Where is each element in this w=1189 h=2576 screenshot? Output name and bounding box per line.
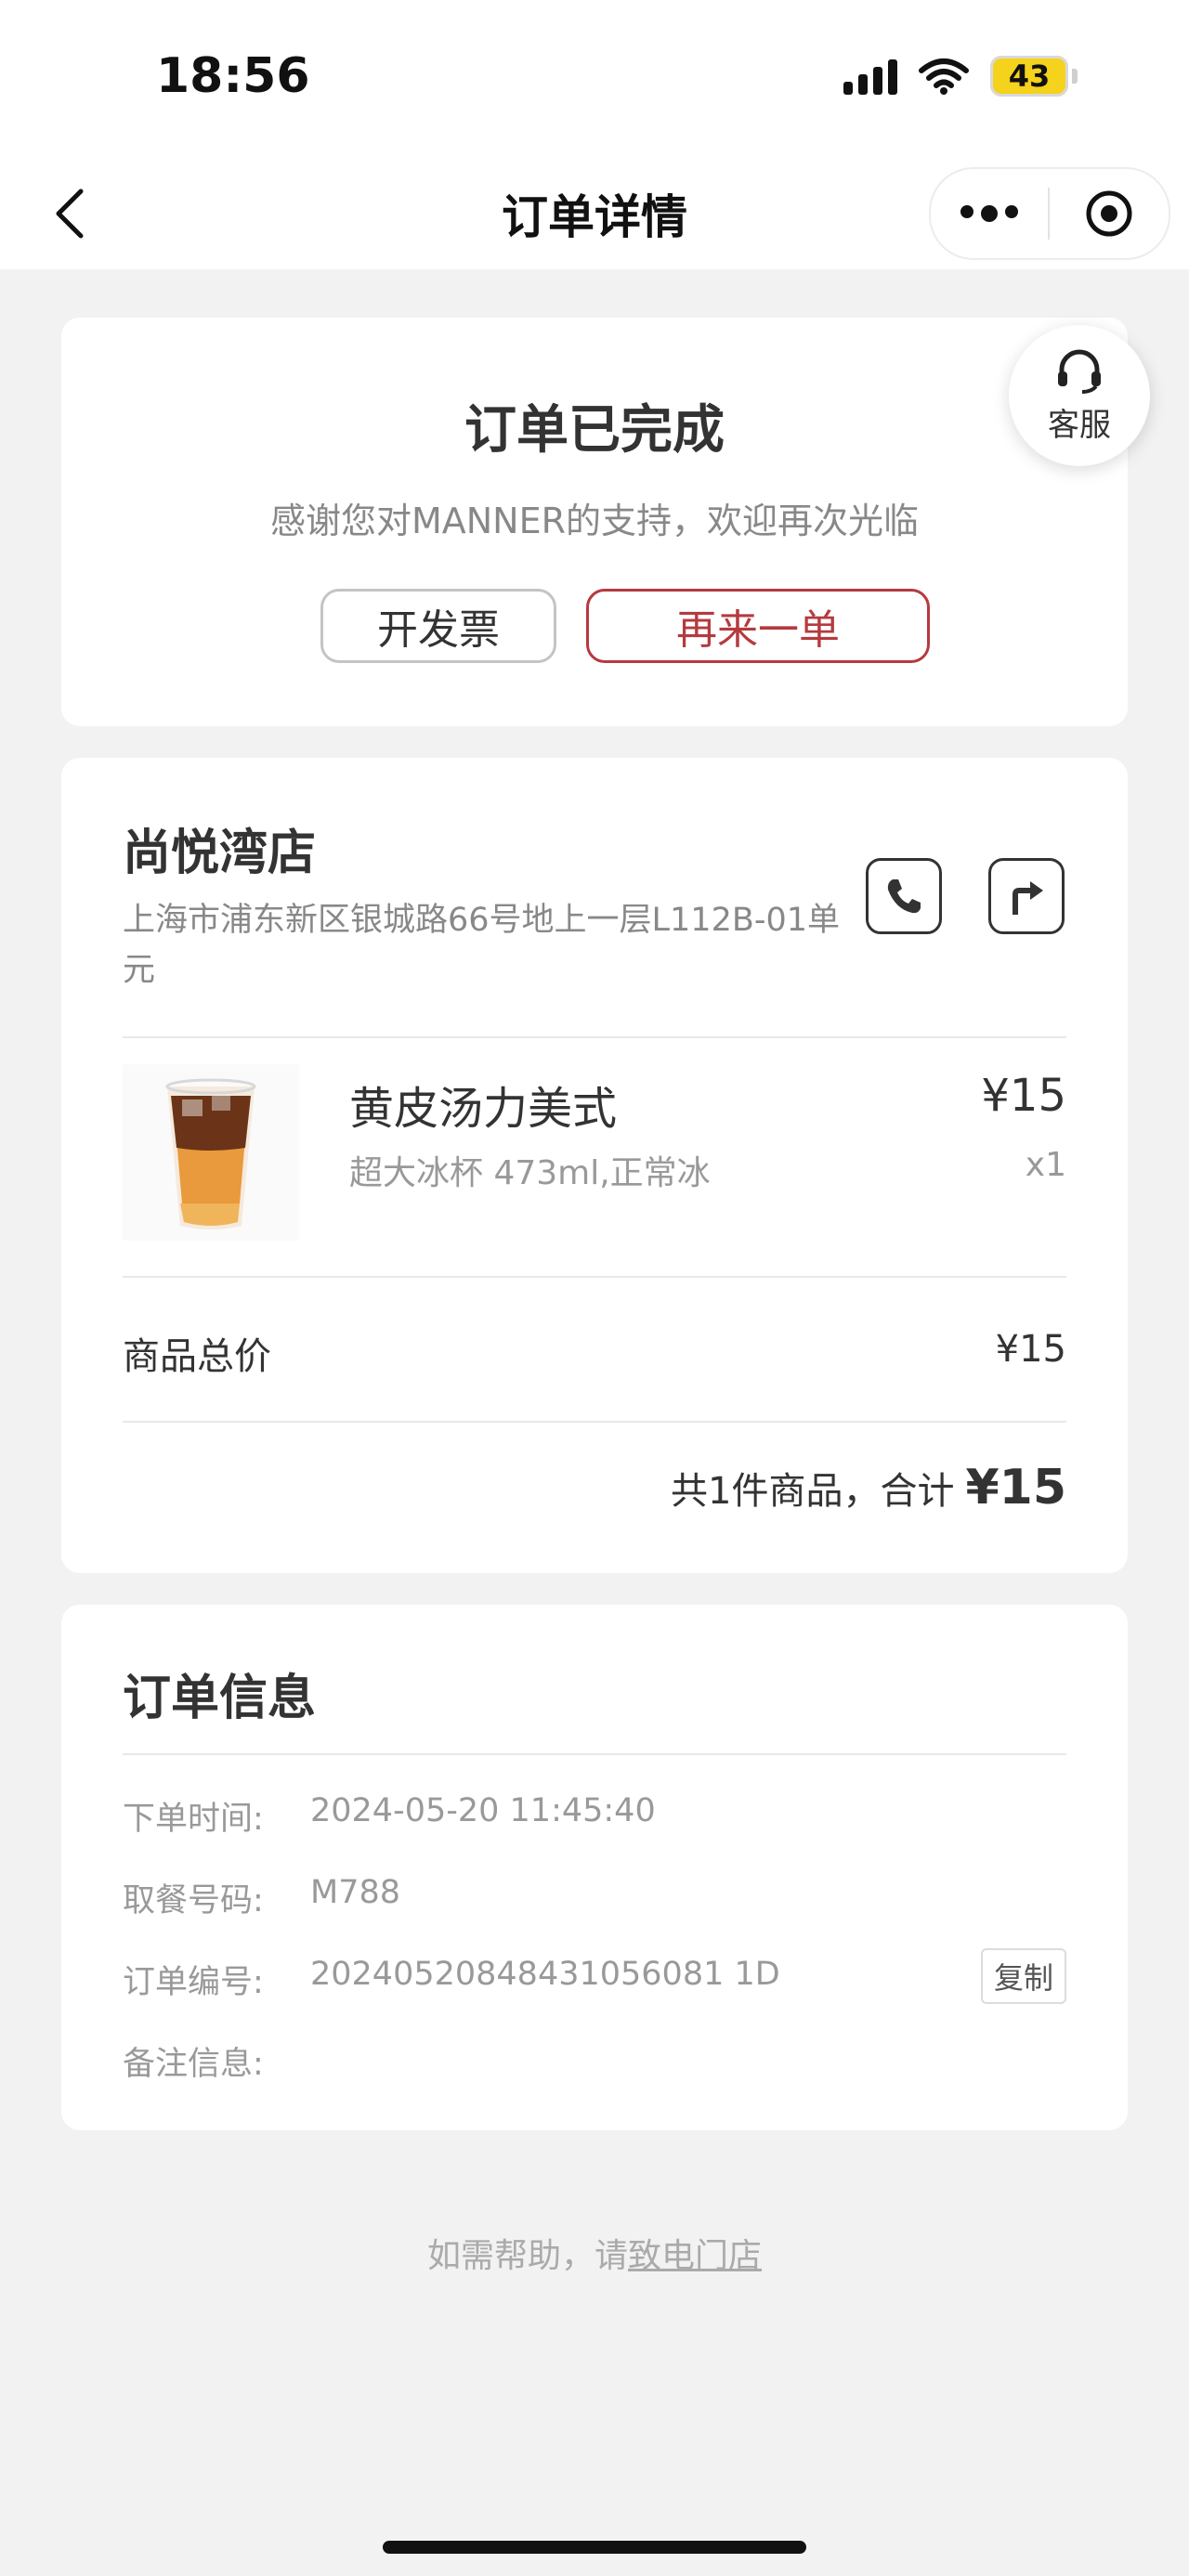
product-image — [123, 1064, 299, 1241]
status-bar: 18:56 43 — [0, 0, 1189, 158]
product-price: ¥15 — [981, 1070, 1066, 1122]
cellular-signal-icon — [843, 58, 897, 95]
total-text: 共1件商品，合计 — [671, 1470, 955, 1513]
customer-service-button[interactable]: 客服 — [1009, 325, 1150, 466]
invoice-button[interactable]: 开发票 — [320, 589, 556, 663]
target-icon — [1086, 190, 1132, 237]
subtotal-value: ¥15 — [995, 1328, 1066, 1371]
order-time-value: 2024-05-20 11:45:40 — [310, 1792, 656, 1829]
product-name: 黄皮汤力美式 — [349, 1083, 618, 1135]
status-icons: 43 — [843, 56, 1078, 97]
product-quantity: x1 — [1025, 1146, 1066, 1184]
store-address: 上海市浦东新区银城路66号地上一层L112B-01单元 — [123, 902, 841, 989]
home-indicator — [383, 2541, 806, 2554]
divider — [123, 1421, 1066, 1423]
pickup-number-value: M788 — [310, 1874, 401, 1911]
phone-icon — [887, 879, 921, 914]
product-spec: 超大冰杯 473ml,正常冰 — [349, 1154, 711, 1192]
call-store-button[interactable] — [866, 858, 942, 934]
battery-icon: 43 — [990, 56, 1078, 97]
nav-bar: 订单详情 — [0, 158, 1189, 269]
store-name: 尚悦湾店 — [123, 826, 317, 881]
divider — [123, 1036, 1066, 1038]
remarks-label: 备注信息: — [123, 2046, 264, 2083]
order-time-row: 下单时间: 2024-05-20 11:45:40 — [123, 1792, 656, 1840]
order-number-label: 订单编号: — [123, 1964, 264, 2001]
help-footer: 如需帮助，请致电门店 — [0, 2229, 1189, 2277]
directions-icon — [1013, 881, 1043, 915]
order-info-card: 订单信息 下单时间: 2024-05-20 11:45:40 取餐号码: M78… — [61, 1605, 1128, 2130]
order-time-label: 下单时间: — [123, 1801, 264, 1838]
more-icon[interactable] — [931, 205, 1048, 222]
navigate-button[interactable] — [988, 858, 1065, 934]
headset-icon — [1058, 349, 1101, 394]
customer-service-label: 客服 — [1048, 406, 1111, 444]
divider — [123, 1753, 1066, 1755]
pickup-number-label: 取餐号码: — [123, 1882, 264, 1919]
reorder-button[interactable]: 再来一单 — [586, 589, 930, 663]
battery-level: 43 — [990, 56, 1068, 97]
help-prefix: 如需帮助，请 — [426, 2237, 628, 2275]
order-info-title: 订单信息 — [123, 1671, 317, 1726]
remarks-row: 备注信息: — [123, 2037, 310, 2085]
copy-button[interactable]: 复制 — [981, 1948, 1066, 2004]
order-status-card: 订单已完成 感谢您对MANNER的支持，欢迎再次光临 开发票 再来一单 — [61, 318, 1128, 726]
order-number-row: 订单编号: 20240520848431056081 1D — [123, 1956, 780, 2003]
subtotal-label: 商品总价 — [123, 1335, 271, 1378]
call-store-link[interactable]: 致电门店 — [628, 2237, 762, 2275]
order-status-title: 订单已完成 — [464, 400, 725, 461]
divider — [123, 1276, 1066, 1278]
total-amount: ¥15 — [965, 1460, 1066, 1516]
status-time: 18:56 — [156, 48, 310, 104]
pickup-number-row: 取餐号码: M788 — [123, 1874, 400, 1921]
store-order-card: 尚悦湾店 上海市浦东新区银城路66号地上一层L112B-01单元 黄皮汤力美式 … — [61, 758, 1128, 1573]
wifi-icon — [919, 59, 969, 95]
order-number-value: 20240520848431056081 1D — [310, 1956, 780, 1993]
miniprogram-capsule — [929, 167, 1170, 260]
close-target-button[interactable] — [1050, 189, 1169, 238]
order-status-subtitle: 感谢您对MANNER的支持，欢迎再次光临 — [269, 501, 920, 541]
order-total: 共1件商品，合计 ¥15 — [671, 1460, 1066, 1516]
